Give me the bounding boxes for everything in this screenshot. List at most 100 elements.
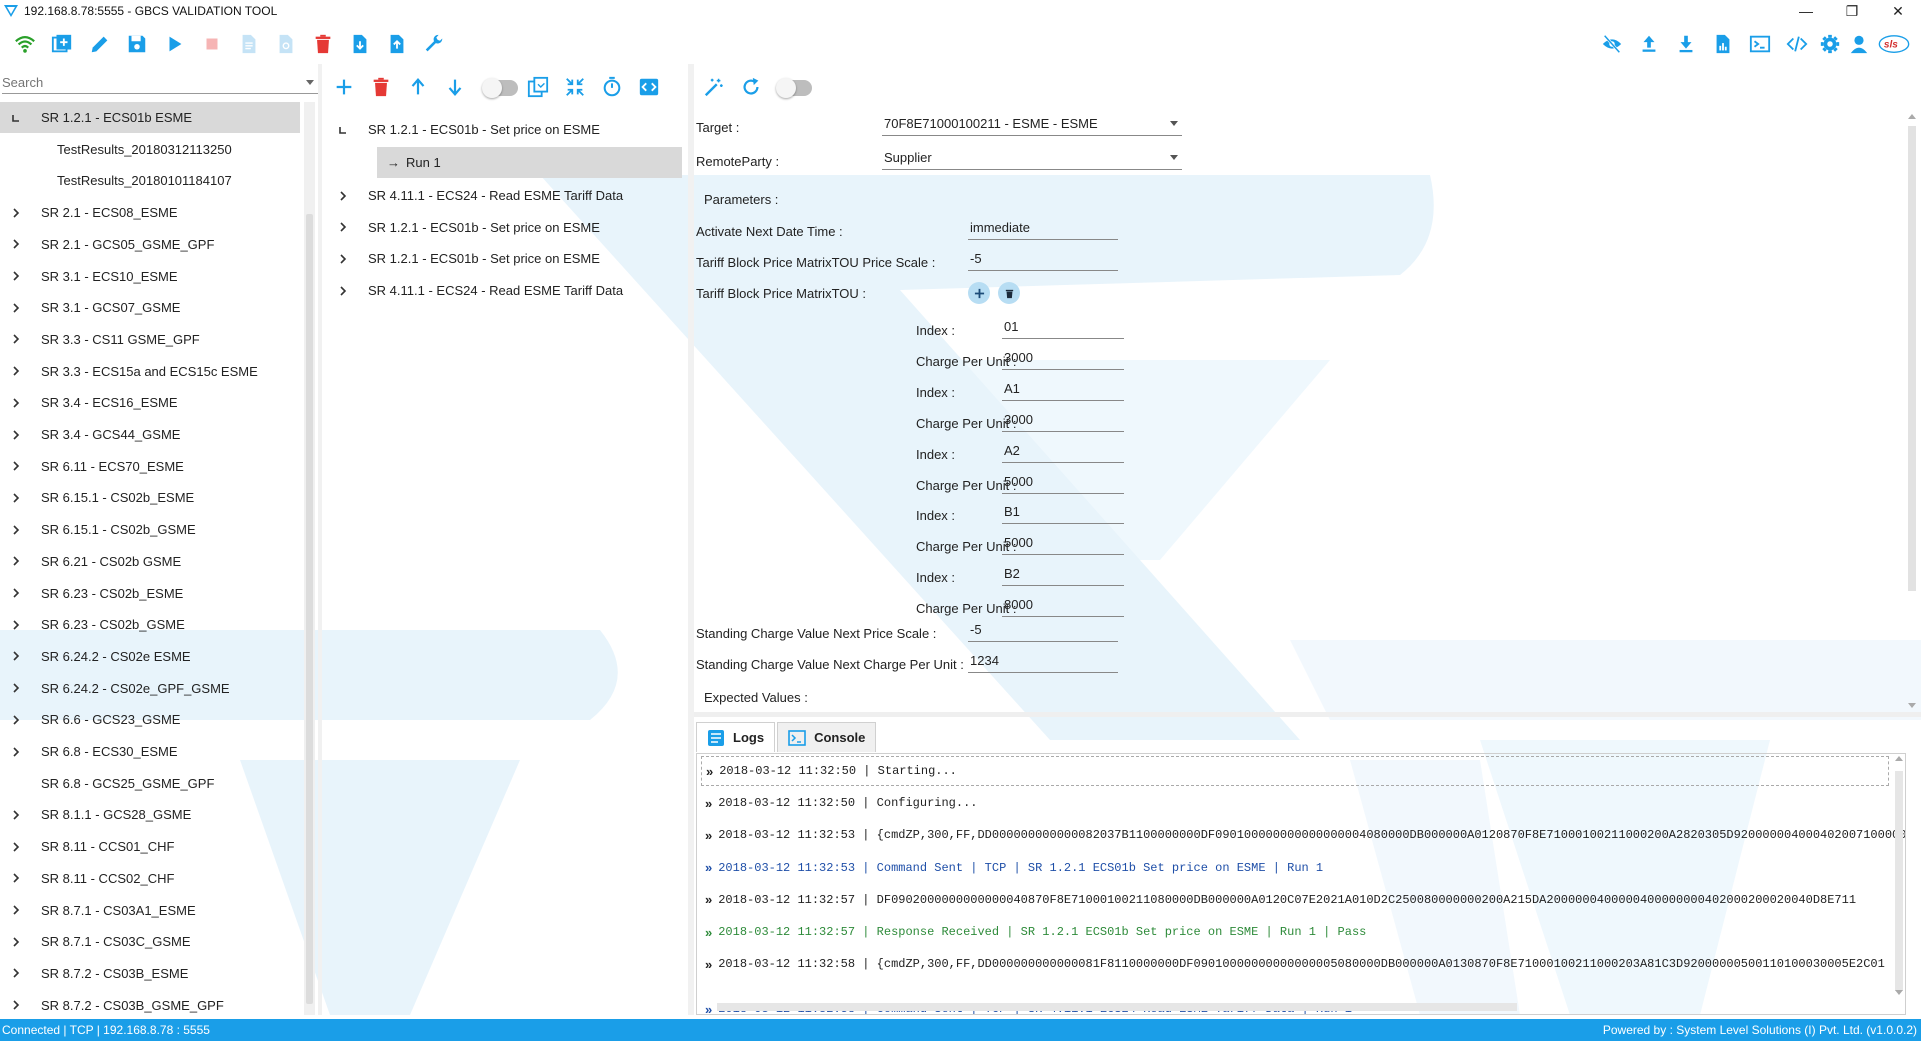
collapse-chevron-icon[interactable]: [11, 113, 21, 123]
chevron-right-icon[interactable]: [11, 461, 21, 471]
copy-icon[interactable]: [524, 73, 552, 101]
chevron-right-icon[interactable]: [11, 429, 21, 440]
file-export-icon[interactable]: [383, 30, 411, 58]
tree-item[interactable]: SR 6.15.1 - CS02b_ESME: [0, 482, 300, 513]
tree-child-item[interactable]: TestResults_20180101184107: [0, 165, 300, 196]
maximize-button[interactable]: ❐: [1829, 0, 1875, 22]
toggle-switch[interactable]: [776, 78, 812, 98]
tree-item[interactable]: SR 8.11 - CCS02_CHF: [0, 863, 300, 894]
chevron-right-icon[interactable]: [11, 493, 21, 503]
upload-icon[interactable]: [1635, 30, 1663, 58]
chevron-right-icon[interactable]: [338, 254, 348, 264]
tree-item[interactable]: SR 3.3 - ECS15a and ECS15c ESME: [0, 356, 300, 387]
chevron-right-icon[interactable]: [338, 222, 348, 232]
standing-scale-field[interactable]: -5: [968, 618, 1118, 642]
toggle-switch[interactable]: [482, 78, 518, 98]
expand-code-icon[interactable]: [635, 73, 663, 101]
tree-item[interactable]: SR 6.6 - GCS23_GSME: [0, 704, 300, 735]
chevron-right-icon[interactable]: [11, 208, 21, 218]
wrench-icon[interactable]: [420, 30, 448, 58]
chevron-right-icon[interactable]: [11, 842, 21, 852]
tree-item[interactable]: SR 6.23 - CS02b_ESME: [0, 578, 300, 609]
tree-item[interactable]: SR 8.7.2 - CS03B_ESME: [0, 958, 300, 989]
left-scrollbar[interactable]: [304, 102, 315, 1015]
trash-icon[interactable]: [309, 30, 337, 58]
file-import-icon[interactable]: [346, 30, 374, 58]
tree-item[interactable]: SR 8.7.1 - CS03A1_ESME: [0, 895, 300, 926]
tree-item[interactable]: SR 6.23 - CS02b_GSME: [0, 609, 300, 640]
plus-icon[interactable]: [330, 73, 358, 101]
tree-item[interactable]: SR 3.4 - ECS16_ESME: [0, 387, 300, 418]
chevron-right-icon[interactable]: [11, 366, 21, 376]
tree-item[interactable]: SR 6.11 - ECS70_ESME: [0, 451, 300, 482]
timer-icon[interactable]: [598, 73, 626, 101]
close-button[interactable]: ✕: [1875, 0, 1921, 22]
eye-off-icon[interactable]: [1598, 30, 1626, 58]
log-entry[interactable]: » 2018-03-12 11:32:53 | Command Sent | TC…: [705, 853, 1323, 883]
log-entry[interactable]: » 2018-03-12 11:32:57 | Response Received…: [705, 917, 1366, 947]
charge-per-unit-field[interactable]: 3000: [1002, 346, 1124, 370]
play-icon[interactable]: [161, 30, 189, 58]
chevron-down-icon[interactable]: [306, 80, 314, 85]
chevron-down-icon[interactable]: [1170, 121, 1178, 126]
chevron-right-icon[interactable]: [11, 334, 21, 344]
price-scale-field[interactable]: -5: [968, 247, 1118, 271]
chevron-right-icon[interactable]: [11, 239, 21, 249]
index-field[interactable]: A1: [1002, 377, 1124, 401]
target-select[interactable]: 70F8E71000100211 - ESME - ESME: [882, 112, 1182, 136]
chevron-right-icon[interactable]: [11, 620, 21, 630]
chevron-right-icon[interactable]: [11, 683, 21, 693]
chevron-right-icon[interactable]: [11, 398, 21, 408]
chevron-right-icon[interactable]: [338, 190, 348, 201]
tree-item[interactable]: SR 2.1 - ECS08_ESME: [0, 197, 300, 228]
chevron-right-icon[interactable]: [338, 286, 348, 296]
horizontal-splitter[interactable]: [694, 712, 1921, 717]
trash-icon[interactable]: [367, 73, 395, 101]
wifi-icon[interactable]: [11, 30, 39, 58]
run-item[interactable]: → Run 1: [377, 147, 682, 178]
index-field[interactable]: B1: [1002, 500, 1124, 525]
chevron-right-icon[interactable]: [11, 968, 21, 978]
log-entry[interactable]: » 2018-03-12 11:32:50 | Starting...: [701, 756, 1889, 786]
tree-item[interactable]: SR 3.1 - GCS07_GSME: [0, 292, 300, 323]
tree-item[interactable]: SR 6.24.2 - CS02e_GPF_GSME: [0, 673, 300, 704]
log-horizontal-scrollbar[interactable]: [697, 1000, 1892, 1014]
collapse-chevron-icon[interactable]: [338, 125, 348, 135]
log-entry[interactable]: » 2018-03-12 11:32:57 | DF090200000000000…: [705, 885, 1856, 915]
document-icon[interactable]: [235, 30, 263, 58]
save-icon[interactable]: [123, 30, 151, 58]
minimize-button[interactable]: —: [1783, 0, 1829, 22]
terminal-icon[interactable]: [1746, 30, 1774, 58]
form-scrollbar[interactable]: [1906, 112, 1918, 710]
chevron-right-icon[interactable]: [11, 525, 21, 535]
tree-item[interactable]: SR 3.1 - ECS10_ESME: [0, 261, 300, 292]
charge-per-unit-field[interactable]: 3000: [1002, 408, 1124, 432]
tab-logs[interactable]: Logs: [696, 722, 776, 752]
tree-item[interactable]: SR 8.7.2 - CS03B_GSME_GPF: [0, 990, 300, 1021]
chevron-right-icon[interactable]: [11, 937, 21, 947]
log-entry[interactable]: » 2018-03-12 11:32:58 | {cmdZP,300,FF,DD0…: [705, 949, 1885, 979]
chevron-right-icon[interactable]: [11, 905, 21, 915]
pencil-icon[interactable]: [86, 30, 114, 58]
chevron-right-icon[interactable]: [11, 271, 21, 281]
log-entry[interactable]: » 2018-03-12 11:32:50 | Configuring...: [705, 788, 977, 818]
index-field[interactable]: 01: [1002, 315, 1124, 339]
document-copy-icon[interactable]: [272, 30, 300, 58]
panel-divider[interactable]: [318, 64, 322, 1015]
tree-item[interactable]: SR 6.21 - CS02b GSME: [0, 546, 300, 577]
index-field[interactable]: B2: [1002, 562, 1124, 587]
activate-date-field[interactable]: immediate: [968, 216, 1118, 240]
chevron-right-icon[interactable]: [11, 651, 21, 661]
arrow-up-icon[interactable]: [404, 73, 432, 101]
tree-item[interactable]: SR 8.7.1 - CS03C_GSME: [0, 926, 300, 957]
chevron-right-icon[interactable]: [11, 303, 21, 313]
chevron-down-icon[interactable]: [1170, 155, 1178, 160]
stop-icon[interactable]: [198, 30, 226, 58]
chevron-right-icon[interactable]: [11, 873, 21, 883]
tree-item[interactable]: SR 3.4 - GCS44_GSME: [0, 419, 300, 450]
tree-item[interactable]: SR 2.1 - GCS05_GSME_GPF: [0, 229, 300, 260]
tree-item[interactable]: SR 6.24.2 - CS02e ESME: [0, 641, 300, 672]
refresh-icon[interactable]: [737, 73, 765, 101]
add-row-button[interactable]: [968, 282, 990, 304]
search-box[interactable]: [2, 72, 318, 94]
